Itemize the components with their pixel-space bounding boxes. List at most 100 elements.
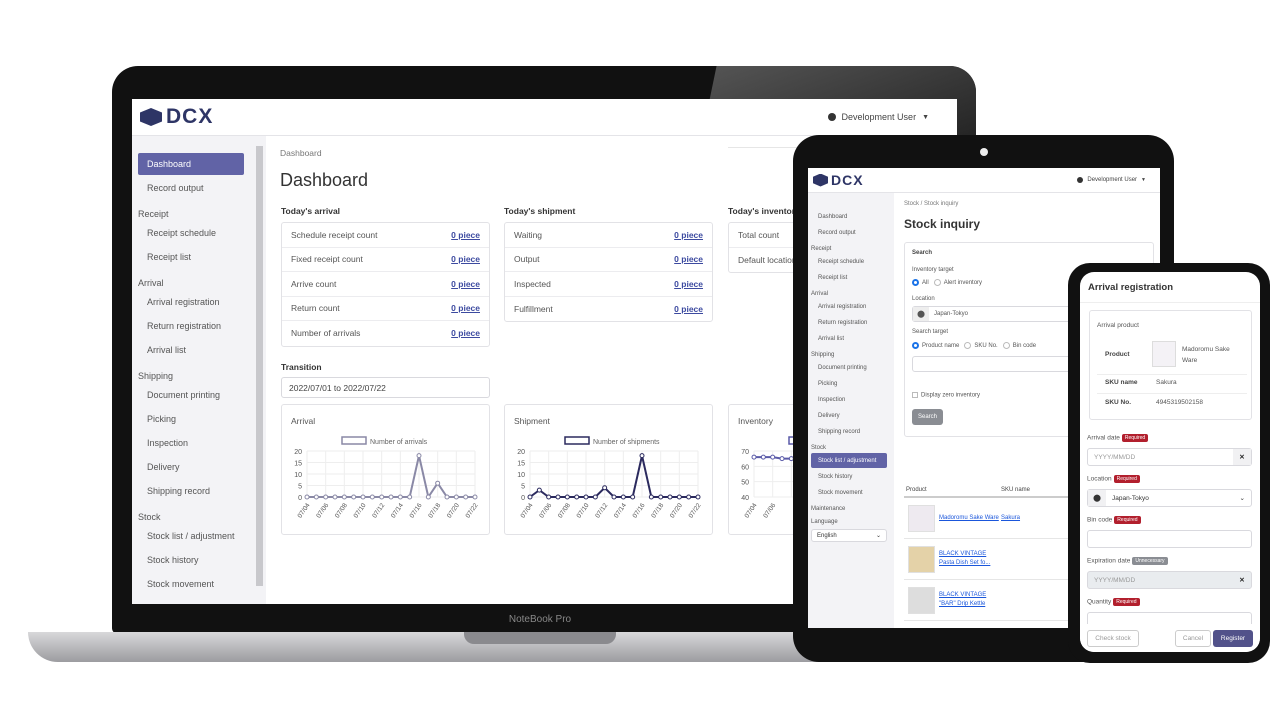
register-button[interactable]: Register [1213,630,1253,647]
tablet-logo[interactable]: DCX [813,172,864,188]
sidebar-item-document-printing[interactable]: Document printing [138,384,244,406]
stat-row: Output 0 piece [505,248,712,272]
radio-all[interactable] [912,279,919,286]
logo-text: DCX [831,172,864,188]
y-tick-label: 60 [741,464,749,471]
arrival-chart-card: Arrival Number of arrivals 0 5 10 15 20 07/04 07… [281,404,490,535]
sidebar-item-inspection[interactable]: Inspection [811,392,887,407]
sidebar-item-delivery[interactable]: Delivery [138,456,244,478]
sidebar-item-record-output[interactable]: Record output [811,225,887,240]
sidebar-item-dashboard[interactable]: Dashboard [138,153,244,175]
stat-value-link[interactable]: 0 piece [674,230,703,240]
search-button[interactable]: Search [912,409,943,425]
radio-bin[interactable] [1002,342,1010,349]
sidebar-scrollbar[interactable] [256,146,263,586]
date-range-input[interactable]: 2022/07/01 to 2022/07/22 [281,377,490,398]
sidebar-item-shipping-record[interactable]: Shipping record [138,480,244,502]
sidebar-item-arrival-list[interactable]: Arrival list [138,339,244,361]
checkbox-icon [912,392,918,398]
sidebar-item-stock-list-adjustment[interactable]: Stock list / adjustment [138,525,244,547]
data-point [379,494,385,500]
sidebar-item-picking[interactable]: Picking [138,408,244,430]
stat-value-link[interactable]: 0 piece [674,304,703,314]
stat-value-link[interactable]: 0 piece [451,230,480,240]
sidebar-item-stock-list-adjustment[interactable]: Stock list / adjustment [811,453,887,468]
language-select[interactable]: English ⌄ [811,529,887,542]
x-tick-label: 07/10 [576,502,591,520]
stat-value-link[interactable]: 0 piece [451,303,480,313]
sidebar-item-record-output[interactable]: Record output [138,177,244,199]
data-point [351,494,357,500]
data-point [416,453,422,459]
cancel-button[interactable]: Cancel [1175,630,1211,647]
product-link[interactable]: Madoromu Sake Ware [939,514,999,523]
sidebar-item-stock-movement[interactable]: Stock movement [811,485,887,500]
user-menu[interactable]: Development User ▼ [827,112,929,122]
data-point [667,494,673,500]
radio-product-name[interactable] [912,342,919,349]
product-thumbnail [908,586,935,614]
clear-icon[interactable]: ✕ [1233,572,1251,588]
tablet-user-menu[interactable]: Development User ▼ [1077,177,1146,183]
sidebar-item-stock-history[interactable]: Stock history [138,549,244,571]
sidebar-item-receipt-list[interactable]: Receipt list [811,270,887,285]
stat-row: Number of arrivals 0 piece [282,321,489,346]
bin-code-input[interactable] [1087,530,1252,548]
product-link[interactable]: BLACK VINTAGE "BAR" Drip Kettle [939,591,999,609]
sidebar-item-arrival-registration[interactable]: Arrival registration [811,299,887,314]
x-tick-label: 07/22 [465,502,480,520]
zero-inventory-checkbox[interactable]: Display zero inventory [912,392,980,399]
product-link[interactable]: BLACK VINTAGE Pasta Dish Set fo... [939,550,999,568]
sidebar-group-receipt: Receipt [138,209,169,219]
arrival-date-input[interactable]: YYYY/MM/DD ✕ [1087,448,1252,466]
sidebar-item-picking[interactable]: Picking [811,376,887,391]
sidebar-item-return-registration[interactable]: Return registration [811,315,887,330]
clear-icon[interactable]: ✕ [1233,449,1251,465]
arrival-date-placeholder: YYYY/MM/DD [1094,453,1136,461]
laptop-brand: NoteBook Pro [508,614,572,625]
sidebar-item-arrival-registration[interactable]: Arrival registration [138,291,244,313]
radio-sku[interactable] [964,342,972,349]
check-stock-button[interactable]: Check stock [1087,630,1139,647]
sidebar-group-maintenance[interactable]: Maintenance [811,501,894,514]
data-point [639,453,645,459]
sidebar-item-stock-history[interactable]: Stock history [811,469,887,484]
x-tick-label: 07/04 [297,502,312,520]
stat-value-link[interactable]: 0 piece [674,279,703,289]
breadcrumb[interactable]: Dashboard [280,148,322,158]
sidebar-item-receipt-schedule[interactable]: Receipt schedule [811,254,887,269]
data-point [564,494,570,500]
stat-value-link[interactable]: 0 piece [451,279,480,289]
stat-value-link[interactable]: 0 piece [674,254,703,264]
stat-value-link[interactable]: 0 piece [451,254,480,264]
sidebar-item-shipping-record[interactable]: Shipping record [811,424,887,439]
x-tick-label: 07/16 [632,502,647,520]
sku-link[interactable]: Sakura [1001,515,1020,521]
y-tick-label: 10 [294,472,302,479]
sidebar-item-dashboard[interactable]: Dashboard [811,209,887,224]
logo-text: DCX [166,105,214,128]
logo[interactable]: DCX [140,105,213,129]
x-tick-label: 07/12 [371,502,386,520]
data-point [435,480,441,486]
location-select[interactable]: ⬤ Japan-Tokyo ⌄ [1087,489,1252,507]
breadcrumb-stock-inquiry[interactable]: Stock inquiry [924,201,958,207]
inventory-section-title: Today's inventory [728,206,800,216]
chevron-down-icon: ⌄ [1239,495,1245,502]
sidebar-item-stock-movement[interactable]: Stock movement [138,573,244,595]
sidebar-item-inspection[interactable]: Inspection [138,432,244,454]
sidebar-item-delivery[interactable]: Delivery [811,408,887,423]
search-target-radios: Product name SKU No. Bin code [912,342,1036,349]
sidebar-item-arrival-list[interactable]: Arrival list [811,331,887,346]
sidebar-item-return-registration[interactable]: Return registration [138,315,244,337]
stat-value-link[interactable]: 0 piece [451,328,480,338]
expiration-date-input[interactable]: YYYY/MM/DD ✕ [1087,571,1252,589]
x-tick-label: 07/14 [613,502,628,520]
sidebar-item-receipt-schedule[interactable]: Receipt schedule [138,222,244,244]
sidebar-item-receipt-list[interactable]: Receipt list [138,246,244,268]
radio-alert[interactable] [933,279,941,286]
y-tick-label: 0 [521,495,525,502]
divider [1097,374,1247,375]
sidebar-item-document-printing[interactable]: Document printing [811,360,887,375]
breadcrumb-stock[interactable]: Stock [904,201,919,207]
